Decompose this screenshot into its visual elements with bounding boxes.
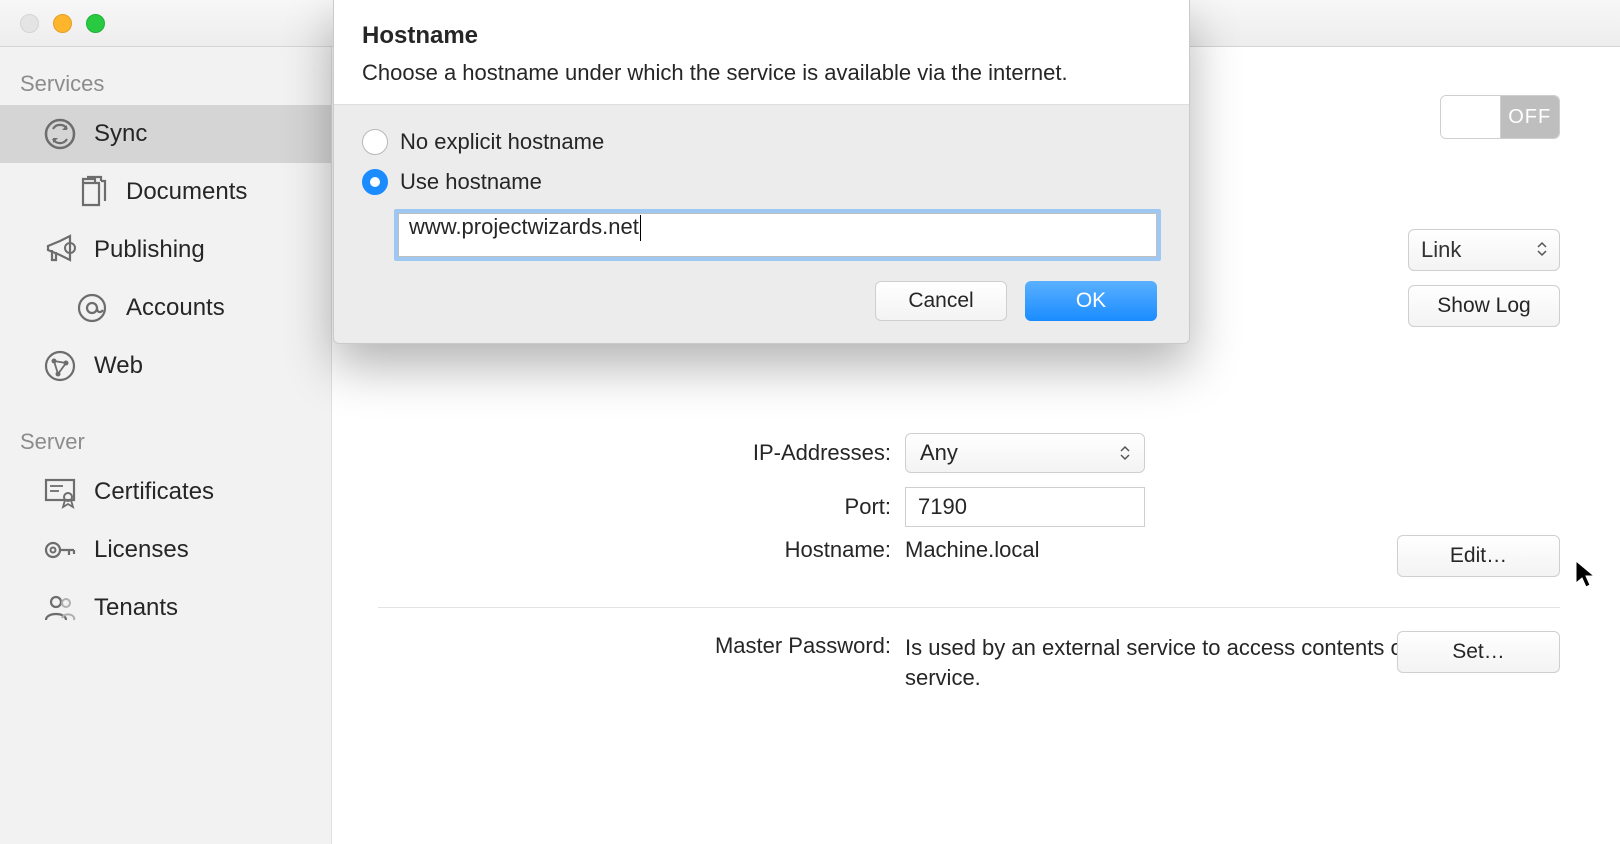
sidebar-item-label: Sync: [94, 120, 147, 148]
zoom-dot[interactable]: [86, 14, 105, 33]
dialog-buttons: Cancel OK: [362, 281, 1161, 321]
sidebar-item-label: Tenants: [94, 594, 178, 622]
show-log-button[interactable]: Show Log: [1408, 285, 1560, 327]
window-controls: [20, 14, 105, 33]
hostname-dialog: Hostname Choose a hostname under which t…: [333, 0, 1190, 344]
cancel-label: Cancel: [908, 289, 973, 313]
master-password-label: Master Password:: [378, 633, 905, 659]
hostname-input-value: www.projectwizards.net: [409, 214, 639, 239]
divider: [378, 607, 1560, 608]
dialog-header: Hostname Choose a hostname under which t…: [334, 0, 1189, 105]
sidebar-section-services: Services: [0, 65, 331, 105]
dialog-title: Hostname: [362, 22, 1161, 50]
ip-addresses-select[interactable]: Any: [905, 433, 1145, 473]
minimize-dot[interactable]: [53, 14, 72, 33]
ip-addresses-row: IP-Addresses: Any: [378, 433, 1145, 473]
close-dot[interactable]: [20, 14, 39, 33]
link-dropdown[interactable]: Link: [1408, 229, 1560, 271]
sidebar-item-web[interactable]: Web: [0, 337, 331, 395]
sidebar-item-licenses[interactable]: Licenses: [0, 521, 331, 579]
link-dropdown-label: Link: [1421, 237, 1461, 263]
dialog-body: No explicit hostname Use hostname www.pr…: [334, 105, 1189, 343]
documents-icon: [72, 172, 112, 212]
hostname-row: Hostname: Machine.local: [378, 537, 1040, 563]
mouse-cursor-icon: [1574, 559, 1598, 595]
cancel-button[interactable]: Cancel: [875, 281, 1007, 321]
sidebar-item-label: Accounts: [126, 294, 225, 322]
sidebar-item-accounts[interactable]: Accounts: [0, 279, 331, 337]
hostname-label: Hostname:: [378, 537, 905, 563]
radio-use-hostname[interactable]: Use hostname: [362, 169, 1161, 195]
show-log-label: Show Log: [1437, 294, 1530, 318]
chevron-updown-icon: [1120, 445, 1130, 461]
hostname-value: Machine.local: [905, 537, 1040, 563]
sidebar-item-sync[interactable]: Sync: [0, 105, 331, 163]
web-icon: [40, 346, 80, 386]
sidebar-item-documents[interactable]: Documents: [0, 163, 331, 221]
sync-icon: [40, 114, 80, 154]
toggle-off-label: OFF: [1501, 96, 1560, 138]
set-password-button[interactable]: Set…: [1397, 631, 1560, 673]
radio-icon: [362, 169, 388, 195]
port-label: Port:: [378, 494, 905, 520]
ok-button[interactable]: OK: [1025, 281, 1157, 321]
port-value: 7190: [918, 494, 967, 520]
edit-label: Edit…: [1450, 544, 1507, 568]
ip-addresses-label: IP-Addresses:: [378, 440, 905, 466]
set-label: Set…: [1452, 640, 1505, 664]
sidebar-item-label: Web: [94, 352, 143, 380]
radio-no-explicit[interactable]: No explicit hostname: [362, 129, 1161, 155]
hostname-input[interactable]: www.projectwizards.net: [398, 213, 1157, 257]
megaphone-icon: [40, 230, 80, 270]
radio-icon: [362, 129, 388, 155]
chevron-updown-icon: [1537, 241, 1547, 260]
at-sign-icon: [72, 288, 112, 328]
ip-addresses-value: Any: [920, 440, 958, 466]
sidebar-item-tenants[interactable]: Tenants: [0, 579, 331, 637]
sidebar-item-publishing[interactable]: Publishing: [0, 221, 331, 279]
port-input[interactable]: 7190: [905, 487, 1145, 527]
port-row: Port: 7190: [378, 487, 1145, 527]
dialog-description: Choose a hostname under which the servic…: [362, 60, 1161, 86]
sidebar: Services Sync Documents Publishing Accou…: [0, 47, 332, 844]
sidebar-item-certificates[interactable]: Certificates: [0, 463, 331, 521]
toggle-off-left: [1441, 96, 1501, 138]
ok-label: OK: [1076, 289, 1106, 313]
sidebar-item-label: Licenses: [94, 536, 189, 564]
tenants-icon: [40, 588, 80, 628]
master-password-row: Master Password: Is used by an external …: [378, 633, 1515, 692]
key-icon: [40, 530, 80, 570]
sidebar-item-label: Documents: [126, 178, 247, 206]
sidebar-item-label: Publishing: [94, 236, 205, 264]
sidebar-section-server: Server: [0, 423, 331, 463]
text-caret: [640, 215, 641, 241]
hostname-input-wrap: www.projectwizards.net: [394, 209, 1161, 261]
sidebar-item-label: Certificates: [94, 478, 214, 506]
radio-label: Use hostname: [400, 169, 542, 195]
edit-hostname-button[interactable]: Edit…: [1397, 535, 1560, 577]
certificate-icon: [40, 472, 80, 512]
radio-label: No explicit hostname: [400, 129, 604, 155]
service-toggle[interactable]: OFF: [1440, 95, 1560, 139]
